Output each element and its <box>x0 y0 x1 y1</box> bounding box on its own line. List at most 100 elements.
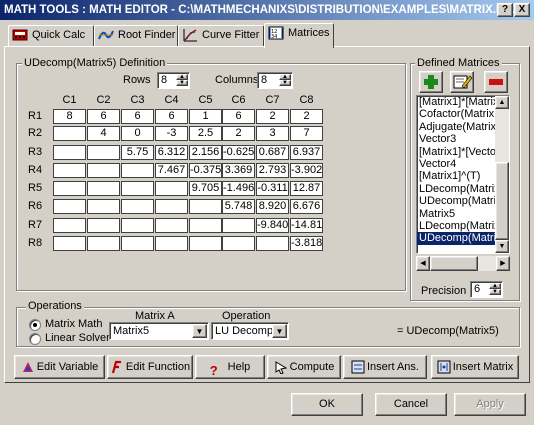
apply-button[interactable]: Apply <box>454 393 526 416</box>
matrix-cell[interactable] <box>121 236 154 251</box>
scroll-down-arrow-icon[interactable]: ▼ <box>495 240 509 253</box>
matrix-a-select[interactable]: Matrix5 ▼ <box>109 322 209 340</box>
matrix-cell[interactable] <box>53 199 86 214</box>
matrix-cell[interactable]: -14.81 <box>290 218 323 233</box>
matrix-cell[interactable]: 7.467 <box>155 163 188 178</box>
matrix-cell[interactable]: 5.748 <box>222 199 255 214</box>
operation-select[interactable]: LU Decomp ▼ <box>211 322 289 340</box>
matrix-cell[interactable] <box>222 218 255 233</box>
compute-button[interactable]: Compute <box>267 355 341 379</box>
edit-matrix-button[interactable] <box>450 71 474 93</box>
matrix-cell[interactable] <box>256 236 289 251</box>
matrix-cell[interactable] <box>155 236 188 251</box>
matrix-cell[interactable] <box>189 236 222 251</box>
cancel-button[interactable]: Cancel <box>375 393 447 416</box>
matrix-cell[interactable] <box>121 181 154 196</box>
rows-spinner[interactable]: 8 ▲ ▼ <box>157 72 190 89</box>
matrix-cell[interactable]: 6 <box>121 109 154 124</box>
matrix-cell[interactable]: 1 <box>189 109 222 124</box>
scroll-right-arrow-icon[interactable]: ▶ <box>496 256 510 271</box>
matrix-cell[interactable]: 6 <box>155 109 188 124</box>
matrix-cell[interactable]: 8 <box>53 109 86 124</box>
matrix-cell[interactable]: -3 <box>155 126 188 141</box>
matrix-cell[interactable] <box>53 181 86 196</box>
matrix-cell[interactable]: 6.312 <box>155 145 188 160</box>
matrix-cell[interactable] <box>155 199 188 214</box>
matrix-cell[interactable] <box>87 181 120 196</box>
scroll-up-arrow-icon[interactable]: ▲ <box>495 96 509 109</box>
matrix-cell[interactable]: 6.937 <box>290 145 323 160</box>
matrix-cell[interactable]: 3 <box>256 126 289 141</box>
matrix-cell[interactable] <box>87 218 120 233</box>
matrix-cell[interactable] <box>121 199 154 214</box>
matrix-cell[interactable] <box>189 218 222 233</box>
matrix-cell[interactable] <box>155 181 188 196</box>
edit-variable-button[interactable]: Edit Variable <box>14 355 105 379</box>
columns-down-arrow-icon[interactable]: ▼ <box>279 80 291 86</box>
matrix-cell[interactable]: 4 <box>87 126 120 141</box>
list-hscrollbar[interactable]: ◀ ▶ <box>416 256 510 271</box>
edit-function-button[interactable]: Edit Function <box>107 355 193 379</box>
matrix-cell[interactable]: 2 <box>222 126 255 141</box>
matrix-cell[interactable]: 6 <box>87 109 120 124</box>
close-title-button[interactable]: X <box>514 3 530 17</box>
tab-curve-fitter[interactable]: Curve Fitter <box>178 25 264 47</box>
matrix-cell[interactable] <box>53 126 86 141</box>
matrix-cell[interactable]: -0.375 <box>189 163 222 178</box>
scroll-left-arrow-icon[interactable]: ◀ <box>416 256 430 271</box>
help-title-button[interactable]: ? <box>497 3 513 17</box>
help-button[interactable]: ? Help <box>195 355 265 379</box>
matrix-cell[interactable]: 6.676 <box>290 199 323 214</box>
matrix-cell[interactable] <box>87 163 120 178</box>
tab-matrices[interactable]: 12 34 Matrices <box>264 23 334 48</box>
matrix-cell[interactable] <box>121 163 154 178</box>
matrix-cell[interactable]: 2.5 <box>189 126 222 141</box>
matrix-cell[interactable]: 7 <box>290 126 323 141</box>
remove-matrix-button[interactable] <box>484 71 508 93</box>
tab-quick-calc[interactable]: Quick Calc <box>8 25 94 47</box>
matrix-cell[interactable]: 6 <box>222 109 255 124</box>
insert-matrix-button[interactable]: Insert Matrix <box>431 355 519 379</box>
tab-root-finder[interactable]: Root Finder <box>94 25 178 47</box>
radio-linear-solver[interactable] <box>29 333 41 345</box>
matrix-cell[interactable]: -0.625 <box>222 145 255 160</box>
precision-down-arrow-icon[interactable]: ▼ <box>489 289 501 295</box>
chevron-down-icon[interactable]: ▼ <box>192 324 207 338</box>
matrix-cell[interactable]: 9.705 <box>189 181 222 196</box>
ok-button[interactable]: OK <box>291 393 363 416</box>
matrix-cell[interactable] <box>53 145 86 160</box>
matrix-cell[interactable] <box>189 199 222 214</box>
matrix-cell[interactable] <box>121 218 154 233</box>
matrix-cell[interactable]: 5.75 <box>121 145 154 160</box>
matrix-cell[interactable]: -1.496 <box>222 181 255 196</box>
rows-down-arrow-icon[interactable]: ▼ <box>176 80 188 86</box>
add-matrix-button[interactable] <box>419 71 443 93</box>
matrix-cell[interactable] <box>87 199 120 214</box>
matrix-cell[interactable]: 3.369 <box>222 163 255 178</box>
matrix-cell[interactable] <box>53 163 86 178</box>
matrix-cell[interactable] <box>53 236 86 251</box>
matrix-cell[interactable]: 2.793 <box>256 163 289 178</box>
matrix-cell[interactable]: -9.840 <box>256 218 289 233</box>
precision-spinner[interactable]: 6 ▲ ▼ <box>470 281 503 298</box>
matrix-cell[interactable]: 2 <box>256 109 289 124</box>
matrix-cell[interactable] <box>53 218 86 233</box>
matrix-cell[interactable] <box>155 218 188 233</box>
chevron-down-icon[interactable]: ▼ <box>272 324 287 338</box>
list-scroll-thumb[interactable] <box>495 162 509 240</box>
list-hscroll-thumb[interactable] <box>430 256 478 271</box>
matrix-cell[interactable]: -3.902 <box>290 163 323 178</box>
matrix-cell[interactable]: 8.920 <box>256 199 289 214</box>
matrix-cell[interactable] <box>87 236 120 251</box>
matrix-cell[interactable]: 0.687 <box>256 145 289 160</box>
columns-spinner[interactable]: 8 ▲ ▼ <box>257 72 293 89</box>
matrix-cell[interactable] <box>222 236 255 251</box>
radio-matrix-math[interactable] <box>29 319 41 331</box>
matrix-cell[interactable]: 12.87 <box>290 181 323 196</box>
insert-ans-button[interactable]: Insert Ans. <box>343 355 427 379</box>
matrix-cell[interactable]: 2.156 <box>189 145 222 160</box>
matrix-cell[interactable]: 2 <box>290 109 323 124</box>
list-vscrollbar[interactable]: ▲ ▼ <box>495 96 509 253</box>
matrix-cell[interactable]: -0.311 <box>256 181 289 196</box>
matrix-cell[interactable] <box>87 145 120 160</box>
